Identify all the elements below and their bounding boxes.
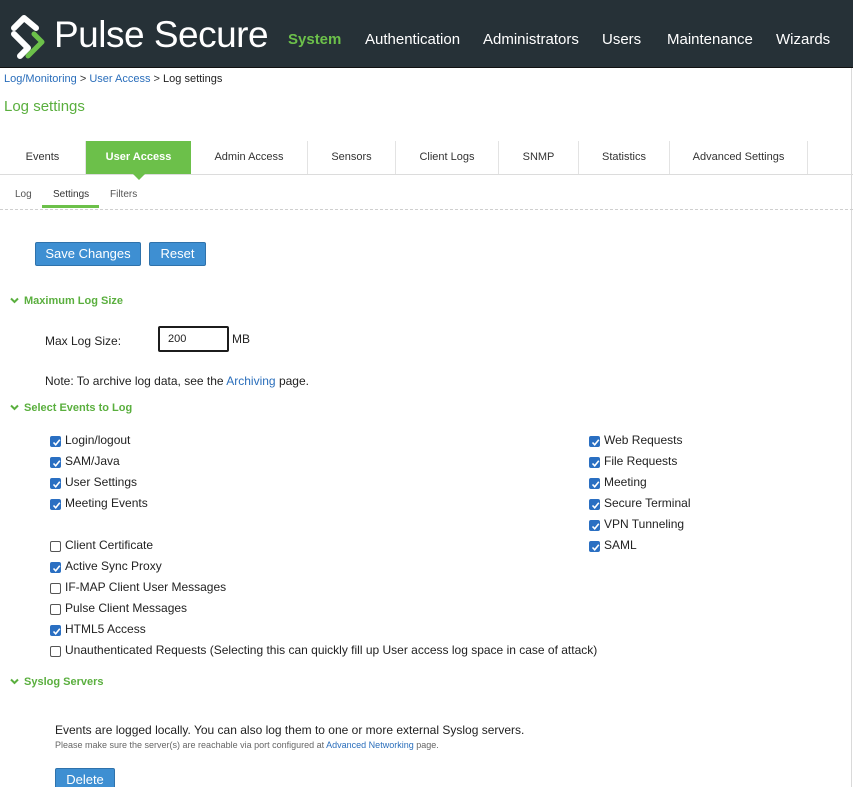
check-icon [52, 460, 61, 468]
checkbox-checked[interactable] [50, 499, 61, 510]
checkbox-unchecked[interactable] [50, 583, 61, 594]
checkbox-checked[interactable] [589, 520, 600, 531]
checkbox-unchecked[interactable] [50, 646, 61, 657]
check-icon [52, 628, 61, 636]
checkbox-unchecked[interactable] [50, 604, 61, 615]
check-icon [52, 439, 61, 447]
save-changes-button[interactable]: Save Changes [35, 242, 141, 266]
nav-wizards[interactable]: Wizards [776, 31, 830, 48]
subtab-log[interactable]: Log [15, 189, 32, 200]
event-label: Web Requests [604, 433, 683, 447]
checkbox-checked[interactable] [50, 478, 61, 489]
nav-administrators[interactable]: Administrators [483, 31, 579, 48]
checkbox-checked[interactable] [50, 457, 61, 468]
syslog-note-text: Please make sure the server(s) are reach… [55, 740, 325, 750]
check-icon [591, 544, 600, 552]
check-icon [52, 502, 61, 510]
tab-user-access[interactable]: User Access [86, 141, 191, 180]
checkbox-unchecked[interactable] [50, 541, 61, 552]
subtab-bar: Log Settings Filters [0, 186, 853, 210]
event-label: File Requests [604, 454, 678, 468]
breadcrumb-separator: > [153, 73, 160, 85]
event-label: Meeting Events [65, 496, 148, 510]
event-label: SAML [604, 538, 637, 552]
subtab-settings[interactable]: Settings [53, 189, 89, 200]
page-title: Log settings [4, 98, 85, 115]
event-label: Meeting [604, 475, 647, 489]
nav-system[interactable]: System [288, 31, 341, 48]
chevron-down-icon [10, 678, 19, 685]
checkbox-checked[interactable] [50, 436, 61, 447]
max-log-size-input[interactable] [158, 326, 229, 352]
max-log-size-label: Max Log Size: [45, 334, 122, 348]
section-syslog-servers[interactable]: Syslog Servers [10, 676, 104, 688]
tab-events[interactable]: Events [0, 141, 86, 174]
check-icon [591, 523, 600, 531]
event-label: Unauthenticated Requests (Selecting this… [65, 643, 598, 657]
tab-snmp[interactable]: SNMP [499, 141, 579, 174]
nav-authentication[interactable]: Authentication [365, 31, 460, 48]
syslog-note-suffix: page. [416, 740, 439, 750]
checkbox-checked[interactable] [589, 436, 600, 447]
breadcrumb-separator: > [79, 73, 87, 85]
nav-maintenance[interactable]: Maintenance [667, 31, 753, 48]
chevron-down-icon [10, 297, 19, 304]
event-label: VPN Tunneling [604, 517, 685, 531]
event-label: HTML5 Access [65, 622, 146, 636]
archive-note: Note: To archive log data, see the Archi… [45, 374, 309, 388]
max-log-size-unit: MB [232, 332, 250, 346]
tab-statistics[interactable]: Statistics [579, 141, 670, 174]
right-border [851, 68, 852, 787]
tab-advanced-settings[interactable]: Advanced Settings [670, 141, 808, 174]
breadcrumb-current: Log settings [163, 73, 223, 85]
top-header: Pulse Secure System Authentication Admin… [0, 0, 853, 68]
subtab-filters[interactable]: Filters [110, 189, 137, 200]
archive-note-suffix: page. [278, 374, 309, 388]
checkbox-checked[interactable] [589, 499, 600, 510]
section-title: Select Events to Log [24, 402, 133, 414]
checkbox-checked[interactable] [589, 478, 600, 489]
subtab-active-indicator [42, 205, 99, 208]
breadcrumb: Log/Monitoring > User Access > Log setti… [4, 73, 222, 85]
event-label: Client Certificate [65, 538, 154, 552]
tab-admin-access[interactable]: Admin Access [191, 141, 308, 174]
section-title: Syslog Servers [24, 676, 104, 688]
tab-sensors[interactable]: Sensors [308, 141, 396, 174]
checkbox-checked[interactable] [50, 562, 61, 573]
archive-note-text: Note: To archive log data, see the [45, 374, 224, 388]
archiving-link[interactable]: Archiving [226, 374, 275, 388]
check-icon [591, 460, 600, 468]
nav-users[interactable]: Users [602, 31, 641, 48]
event-label: Secure Terminal [604, 496, 691, 510]
main-nav: System Authentication Administrators Use… [0, 31, 853, 51]
event-label: Login/logout [65, 433, 131, 447]
section-maximum-log-size[interactable]: Maximum Log Size [10, 295, 123, 307]
syslog-description: Events are logged locally. You can also … [55, 723, 525, 737]
chevron-down-icon [10, 404, 19, 411]
checkbox-checked[interactable] [50, 625, 61, 636]
event-label: SAM/Java [65, 454, 120, 468]
advanced-networking-link[interactable]: Advanced Networking [326, 740, 414, 750]
syslog-note: Please make sure the server(s) are reach… [55, 740, 439, 750]
section-title: Maximum Log Size [24, 295, 124, 307]
check-icon [591, 502, 600, 510]
event-label: Active Sync Proxy [65, 559, 162, 573]
check-icon [591, 439, 600, 447]
event-label: User Settings [65, 475, 138, 489]
delete-button[interactable]: Delete [55, 768, 115, 787]
event-label: Pulse Client Messages [65, 601, 188, 615]
check-icon [591, 481, 600, 489]
event-label: IF-MAP Client User Messages [65, 580, 227, 594]
checkbox-checked[interactable] [589, 457, 600, 468]
section-select-events[interactable]: Select Events to Log [10, 402, 132, 414]
breadcrumb-user-access[interactable]: User Access [89, 73, 150, 85]
reset-button[interactable]: Reset [149, 242, 206, 266]
checkbox-checked[interactable] [589, 541, 600, 552]
check-icon [52, 565, 61, 573]
check-icon [52, 481, 61, 489]
breadcrumb-log-monitoring[interactable]: Log/Monitoring [4, 73, 77, 85]
tab-bar: Events User Access Admin Access Sensors … [0, 141, 853, 180]
tab-client-logs[interactable]: Client Logs [396, 141, 499, 174]
